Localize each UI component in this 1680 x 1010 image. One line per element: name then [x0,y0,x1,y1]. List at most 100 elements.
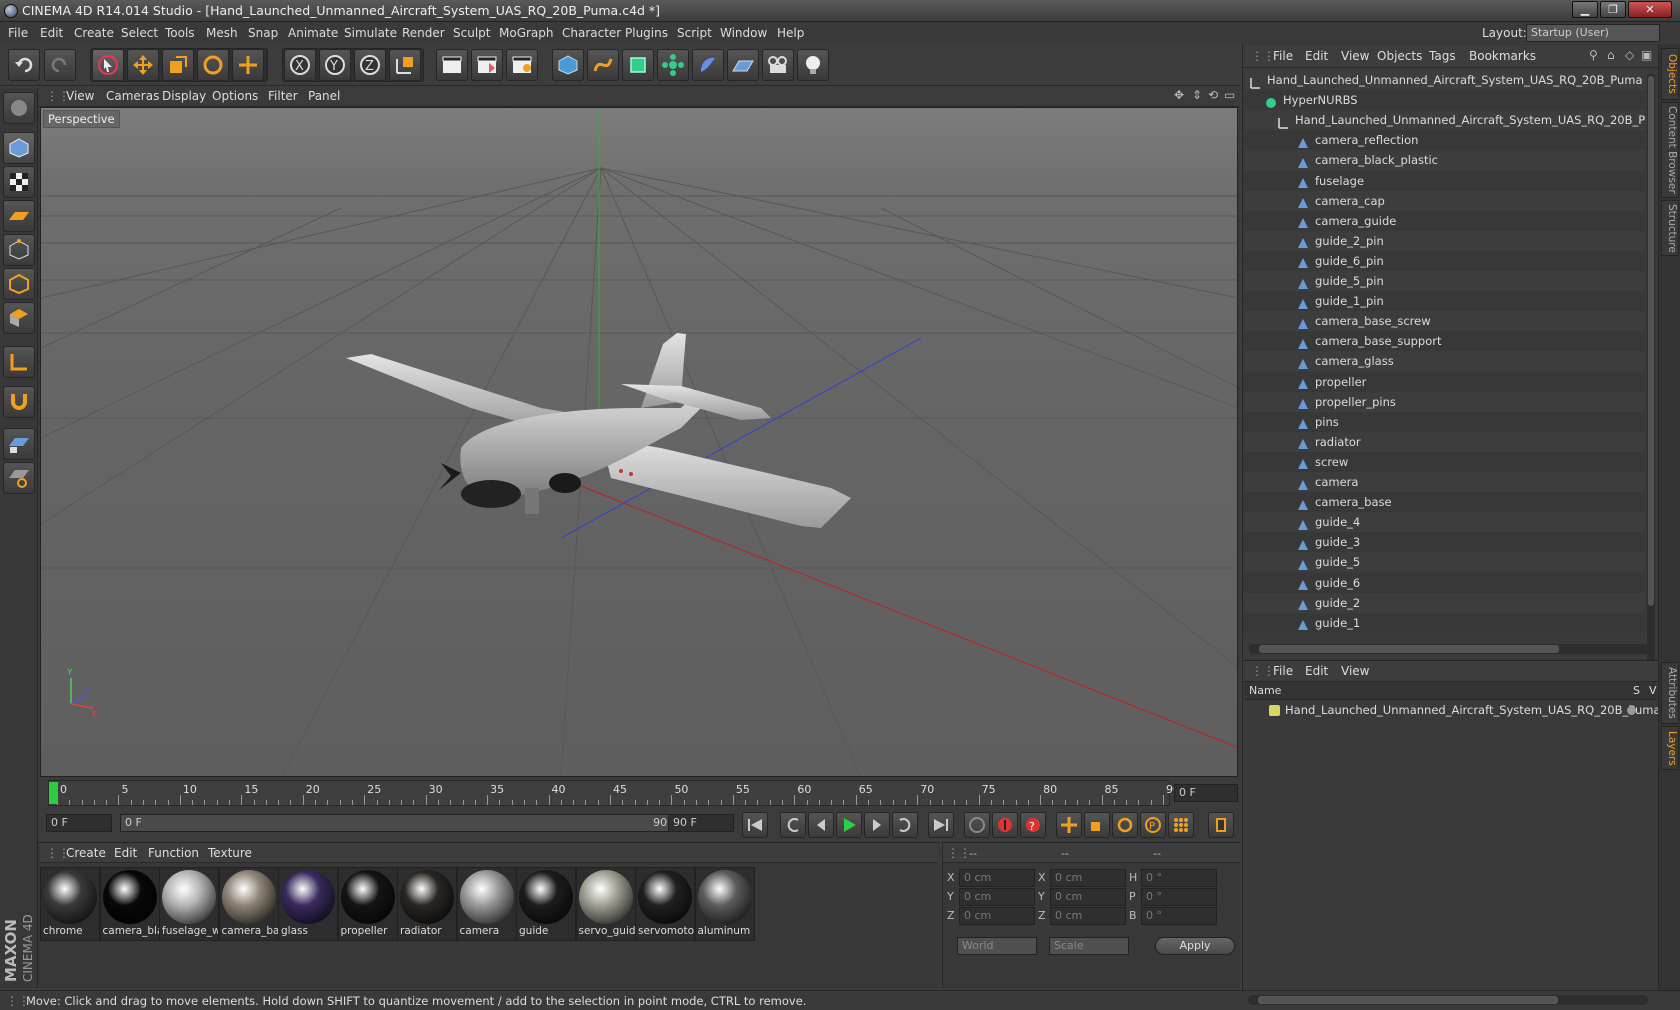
menu-create[interactable]: Create [74,26,114,40]
layer-row[interactable]: Hand_Launched_Unmanned_Aircraft_System_U… [1245,700,1661,720]
viewport-menu-display[interactable]: Display [162,89,206,103]
object-menu-view[interactable]: View [1341,49,1369,63]
coord-value-field[interactable]: 0 cm [1050,907,1126,925]
menu-tools[interactable]: Tools [165,26,195,40]
material-swatch[interactable]: servomotor [635,867,695,941]
record-keys-button[interactable] [964,812,990,838]
render-view-button[interactable] [436,49,468,81]
axis-mode-button[interactable] [3,346,35,378]
menu-render[interactable]: Render [402,26,445,40]
3d-viewport-canvas[interactable]: Y Z X Perspective [40,107,1238,777]
goto-start-button[interactable] [742,812,768,838]
rotate-tool-button[interactable] [197,49,229,81]
preview-range-slider[interactable]: 0 F 90 F [120,814,694,832]
tree-child-object[interactable]: propeller [1245,371,1645,392]
viewport-menu-filter[interactable]: Filter [268,89,298,103]
next-frame-button[interactable] [864,812,890,838]
material-swatch[interactable]: guide [516,867,576,941]
material-menu-create[interactable]: Create [66,846,106,860]
tree-child-object[interactable]: pins [1245,411,1645,432]
material-menu-function[interactable]: Function [148,846,199,860]
render-picture-viewer-button[interactable] [471,49,503,81]
recent-tools-button[interactable] [232,49,264,81]
render-settings-button[interactable] [506,49,538,81]
tree-hypernurbs-object[interactable]: HyperNURBS [1245,90,1645,111]
workplane-lock-button[interactable] [3,428,35,460]
coord-value-field[interactable]: 0 cm [959,869,1035,887]
tree-child-object[interactable]: screw [1245,451,1645,472]
add-deformer-button[interactable] [692,49,724,81]
viewport-menu-view[interactable]: View [66,89,94,103]
object-menu-objects[interactable]: Objects [1377,49,1422,63]
viewport-rotate-icon[interactable]: ⟲ [1208,88,1218,102]
menu-help[interactable]: Help [777,26,804,40]
layer-col-visible[interactable]: V [1649,684,1657,697]
tree-child-object[interactable]: radiator [1245,431,1645,452]
timeline-ruler[interactable]: 0 5 10 15 20 25 30 35 40 45 50 55 60 65 70 75 80 85 90 [48,780,1180,806]
menu-simulate[interactable]: Simulate [344,26,397,40]
material-swatch[interactable]: radiator [397,867,457,941]
coord-value-field[interactable]: 0 ° [1141,888,1217,906]
menu-file[interactable]: File [8,26,28,40]
minimize-button[interactable]: ▁ [1572,1,1598,18]
layer-color-swatch[interactable] [1269,705,1280,716]
scale-tool-button[interactable] [162,49,194,81]
add-light-button[interactable] [797,49,829,81]
tree-child-object[interactable]: camera_guide [1245,210,1645,231]
tree-root-object[interactable]: Hand_Launched_Unmanned_Aircraft_System_U… [1245,70,1645,90]
prev-key-button[interactable] [780,812,806,838]
coordinate-space-dropdown[interactable]: World [957,937,1037,955]
autokey-button[interactable] [992,812,1018,838]
viewport-menu-panel[interactable]: Panel [308,89,340,103]
menu-edit[interactable]: Edit [40,26,63,40]
add-cube-button[interactable] [552,49,584,81]
live-selection-button[interactable] [92,49,124,81]
start-frame-field[interactable]: 0 F [46,814,112,832]
layer-col-solo[interactable]: S [1633,684,1640,697]
tree-child-object[interactable]: camera [1245,472,1645,492]
play-button[interactable] [836,812,862,838]
menu-snap[interactable]: Snap [248,26,278,40]
timeline-button[interactable] [1208,812,1234,838]
coordinate-system-button[interactable] [389,49,421,81]
material-menu-texture[interactable]: Texture [208,846,252,860]
material-swatch[interactable]: camera [456,867,517,941]
layer-horizontal-scrollbar[interactable] [1248,995,1648,1005]
current-frame-marker[interactable] [49,782,58,804]
viewport-move-icon[interactable]: ✥ [1174,88,1184,102]
tree-group-object[interactable]: Hand_Launched_Unmanned_Aircraft_System_U… [1245,110,1645,131]
material-swatch[interactable]: camera_ba: [218,867,279,941]
locked-workplane-button[interactable] [3,462,35,494]
tree-child-object[interactable]: camera_base_support [1245,331,1645,352]
viewport-menu-options[interactable]: Options [212,89,258,103]
maximize-button[interactable]: ❐ [1600,1,1626,18]
coord-value-field[interactable]: 0 cm [1050,888,1126,906]
menu-plugins[interactable]: Plugins [625,26,668,40]
tree-child-object[interactable]: camera_base [1245,492,1645,513]
menu-mograph[interactable]: MoGraph [499,26,554,40]
make-editable-button[interactable] [3,92,35,124]
workplane-mode-button[interactable] [3,200,35,232]
model-mode-button[interactable] [3,132,35,164]
layer-menu-edit[interactable]: Edit [1305,664,1328,678]
apply-button[interactable]: Apply [1155,937,1235,955]
object-menu-tags[interactable]: Tags [1429,49,1456,63]
menu-character[interactable]: Character [562,26,621,40]
object-horizontal-scrollbar[interactable] [1249,644,1649,654]
menu-sculpt[interactable]: Sculpt [453,26,490,40]
layer-solo-dot[interactable] [1627,706,1636,715]
y-axis-lock-button[interactable]: Y [319,49,351,81]
viewport-menu-cameras[interactable]: Cameras [106,89,159,103]
transform-mode-dropdown[interactable]: Scale [1049,937,1129,955]
tree-child-object[interactable]: guide_2 [1245,592,1645,613]
object-vertical-scrollbar[interactable] [1647,74,1655,678]
add-camera-button[interactable] [762,49,794,81]
object-menu-file[interactable]: File [1273,49,1293,63]
tree-child-object[interactable]: guide_6_pin [1245,250,1645,271]
points-mode-button[interactable] [3,234,35,266]
tree-child-object[interactable]: camera_base_screw [1245,311,1645,332]
layout-dropdown[interactable]: Startup (User) [1526,24,1660,42]
home-icon[interactable]: ⌂ [1607,48,1615,62]
parameter-key-button[interactable]: P [1140,812,1166,838]
menu-mesh[interactable]: Mesh [206,26,238,40]
